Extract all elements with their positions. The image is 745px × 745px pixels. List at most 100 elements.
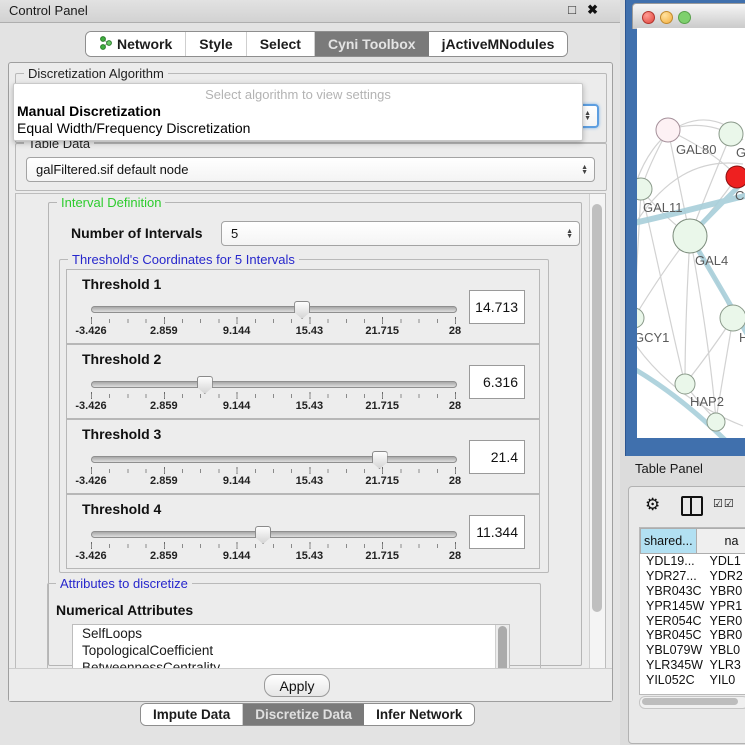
scrollbar-thumb[interactable]: [592, 204, 602, 612]
threshold-4-slider[interactable]: -3.426 2.859 9.144 15.43 21.715 28: [91, 527, 455, 563]
table-row[interactable]: YDR27...YDR2: [640, 569, 745, 584]
node-label-gcy1: GCY1: [637, 330, 669, 345]
threshold-2-value-field[interactable]: 6.316: [469, 365, 525, 399]
num-intervals-combobox[interactable]: 5 ▲▼: [221, 221, 580, 246]
slider-track[interactable]: [91, 381, 457, 388]
network-icon: [99, 36, 112, 53]
threshold-1-value-field[interactable]: 14.713: [469, 290, 525, 324]
attributes-title: Attributes to discretize: [56, 576, 192, 591]
zoom-traffic-light-icon[interactable]: [678, 11, 691, 24]
node-label-partial-g: G: [736, 145, 745, 160]
apply-button[interactable]: Apply: [264, 674, 330, 697]
table-row[interactable]: YDL19...YDL1: [640, 554, 745, 569]
float-window-icon[interactable]: □: [568, 2, 576, 17]
threshold-label: Threshold 1: [82, 276, 161, 292]
slider-tick-labels: -3.426 2.859 9.144 15.43 21.715 28: [91, 550, 455, 562]
table-row[interactable]: YER054CYER0: [640, 613, 745, 628]
panel-title: Control Panel: [9, 3, 88, 18]
slider-tick-labels: -3.426 2.859 9.144 15.43 21.715 28: [91, 325, 455, 337]
tab-jactivemnodules[interactable]: jActiveMNodules: [429, 32, 568, 56]
slider-track[interactable]: [91, 306, 457, 313]
threshold-3-slider[interactable]: -3.426 2.859 9.144 15.43 21.715 28: [91, 452, 455, 488]
node-bottom[interactable]: [707, 413, 725, 431]
tab-label: jActiveMNodules: [442, 36, 555, 52]
tab-network[interactable]: Network: [86, 32, 186, 56]
slider-track[interactable]: [91, 531, 457, 538]
close-icon[interactable]: ✖: [587, 2, 598, 18]
dropdown-option-manual[interactable]: Manual Discretization: [17, 103, 161, 119]
split-columns-icon[interactable]: [681, 496, 703, 516]
dropdown-option-equal-width[interactable]: Equal Width/Frequency Discretization: [17, 120, 250, 136]
table-row[interactable]: YBR045CYBR0: [640, 628, 745, 643]
node-gal4[interactable]: [673, 219, 707, 253]
network-canvas[interactable]: GAL80 G C GAL11 GAL4 GCY1 H HAP2: [637, 28, 745, 438]
table-data-value: galFiltered.sif default node: [36, 162, 188, 177]
threshold-4-value-field[interactable]: 11.344: [469, 515, 525, 549]
right-region: GAL80 G C GAL11 GAL4 GCY1 H HAP2 Table P…: [620, 0, 745, 745]
threshold-2-slider[interactable]: -3.426 2.859 9.144 15.43 21.715 28: [91, 377, 455, 413]
list-item[interactable]: SelfLoops: [73, 625, 509, 642]
scrollbar-thumb[interactable]: [642, 698, 738, 705]
algorithm-group-title: Discretization Algorithm: [24, 66, 168, 81]
table-row[interactable]: YIL052CYIL0: [640, 672, 745, 687]
threshold-label: Threshold 3: [82, 426, 161, 442]
slider-track[interactable]: [91, 456, 457, 463]
tab-select[interactable]: Select: [247, 32, 315, 56]
table-row[interactable]: YBL079WYBL0: [640, 643, 745, 658]
tab-discretize-data[interactable]: Discretize Data: [243, 704, 364, 725]
table-panel-toolbar: ⚙ ☑☑: [629, 487, 745, 523]
column-header-name[interactable]: na: [697, 528, 745, 554]
slider-ticks: [91, 317, 456, 324]
numerical-attributes-label: Numerical Attributes: [56, 602, 193, 618]
list-item[interactable]: TopologicalCoefficient: [73, 642, 509, 659]
table-header-row: shared... na: [640, 528, 745, 554]
settings-scrollpanel: Interval Definition Number of Intervals …: [15, 193, 606, 671]
close-traffic-light-icon[interactable]: [642, 11, 655, 24]
table-panel: ⚙ ☑☑ shared... na YDL19...YDL1 YDR27...Y…: [628, 486, 745, 744]
node-label-h: H: [739, 330, 745, 345]
node-h[interactable]: [720, 305, 745, 331]
threshold-4-panel: Threshold 4 -3.426 2.859 9.144 15.43: [66, 494, 540, 569]
threshold-1-slider[interactable]: -3.426 2.859 9.144 15.43 21.715 28: [91, 302, 455, 338]
tab-impute-data[interactable]: Impute Data: [141, 704, 243, 725]
node-red-selected[interactable]: [726, 166, 745, 188]
algorithm-dropdown-popup: Select algorithm to view settings Manual…: [13, 83, 583, 141]
combo-stepper-icon: ▲▼: [581, 165, 588, 175]
table-row[interactable]: YPR145WYPR1: [640, 598, 745, 613]
network-graph: GAL80 G C GAL11 GAL4 GCY1 H HAP2: [637, 28, 745, 438]
thresholds-groupbox: Threshold's Coordinates for 5 Intervals …: [59, 259, 549, 573]
tab-label: Style: [199, 36, 232, 52]
minimize-traffic-light-icon[interactable]: [660, 11, 673, 24]
table-row[interactable]: YLR345WYLR3: [640, 658, 745, 673]
tab-cyni-toolbox[interactable]: Cyni Toolbox: [315, 32, 429, 56]
tab-label: Infer Network: [376, 707, 462, 722]
threshold-label: Threshold 2: [82, 351, 161, 367]
threshold-label: Threshold 4: [82, 501, 161, 517]
control-panel: Control Panel □ ✖ Network Style Select: [0, 0, 621, 745]
column-header-shared-name[interactable]: shared...: [640, 528, 697, 554]
node-label-partial-c: C: [735, 188, 744, 203]
table-data-combobox[interactable]: galFiltered.sif default node ▲▼: [26, 157, 595, 182]
node-gcy1[interactable]: [637, 308, 644, 328]
interval-definition-groupbox: Interval Definition Number of Intervals …: [48, 202, 582, 666]
node-label-gal4: GAL4: [695, 253, 728, 268]
node-table[interactable]: shared... na YDL19...YDL1 YDR27...YDR2 Y…: [639, 527, 745, 695]
threshold-1-panel: Threshold 1 -3.426 2.859 9.144 15.43: [66, 269, 540, 344]
horizontal-scrollbar[interactable]: [639, 696, 745, 709]
tab-infer-network[interactable]: Infer Network: [364, 704, 474, 725]
gear-icon[interactable]: ⚙: [645, 495, 660, 515]
threshold-2-panel: Threshold 2 -3.426 2.859 9.144 15.43: [66, 344, 540, 419]
vertical-scrollbar[interactable]: [589, 194, 605, 670]
checkboxes-icon[interactable]: ☑☑: [713, 497, 735, 510]
node-gal11[interactable]: [637, 178, 652, 200]
node-gal80[interactable]: [656, 118, 680, 142]
tab-style[interactable]: Style: [186, 32, 246, 56]
node-hap2[interactable]: [675, 374, 695, 394]
node-top-right[interactable]: [719, 122, 743, 146]
threshold-3-value-field[interactable]: 21.4: [469, 440, 525, 474]
network-view-window[interactable]: GAL80 G C GAL11 GAL4 GCY1 H HAP2: [625, 0, 745, 456]
table-row[interactable]: YBR043CYBR0: [640, 584, 745, 599]
threshold-3-panel: Threshold 3 -3.426 2.859 9.144 15.43: [66, 419, 540, 494]
combo-stepper-icon: ▲▼: [566, 229, 573, 239]
node-label-gal11: GAL11: [643, 200, 683, 215]
